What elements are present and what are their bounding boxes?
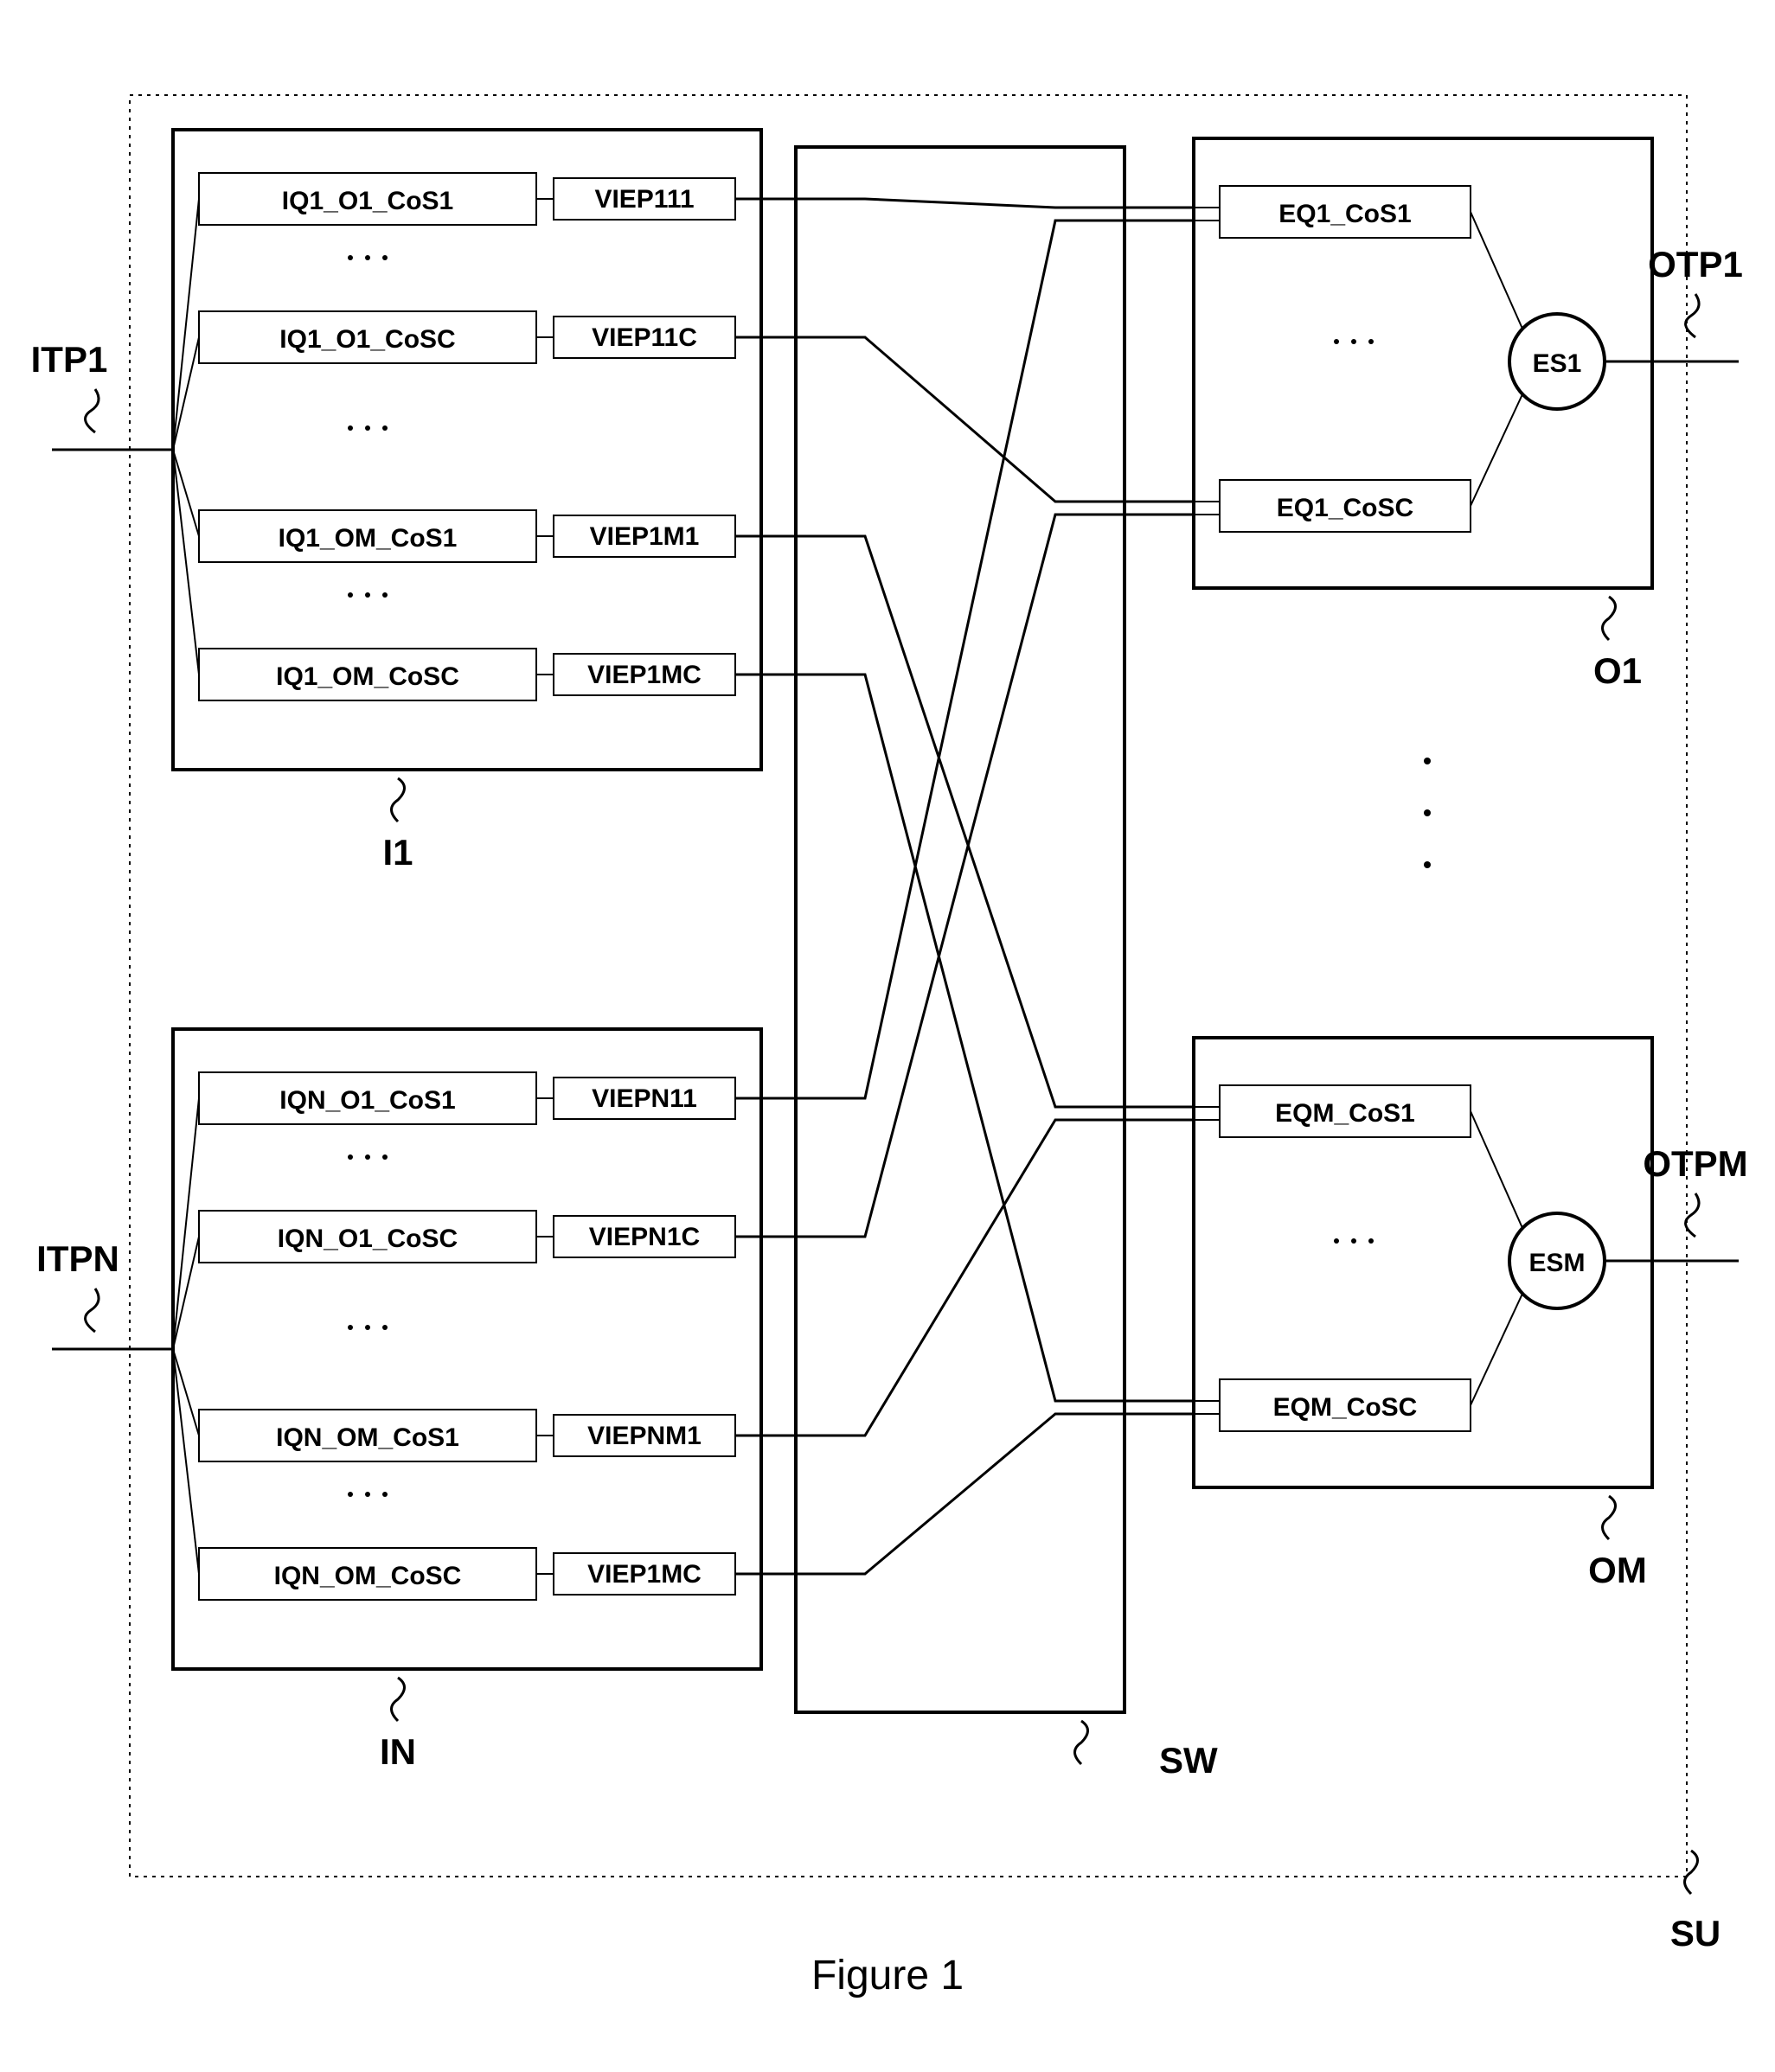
block-label: O1 — [1593, 650, 1642, 691]
output-block-om: EQM_CoS1 EQM_CoSC ESM — [1194, 1038, 1739, 1487]
viep-label: VIEP111 — [594, 185, 694, 214]
port-label: OTPM — [1643, 1143, 1747, 1184]
viep-label: VIEP11C — [592, 323, 697, 352]
leader-squiggle-icon — [1686, 294, 1699, 337]
iq-row-3: IQ1_OM_CoSC VIEP1MC — [199, 649, 735, 700]
scheduler-label: ES1 — [1533, 349, 1582, 378]
iq-row-0: IQ1_O1_CoS1 VIEP111 — [199, 173, 735, 225]
leader-squiggle-icon — [1075, 1721, 1088, 1764]
leader-squiggle-icon — [1603, 1496, 1616, 1539]
ellipsis-icon — [1424, 758, 1431, 868]
viep-label: VIEP1M1 — [590, 522, 700, 551]
block-label: I1 — [382, 832, 413, 873]
leader-squiggle-icon — [392, 1678, 405, 1721]
viep-label: VIEPNM1 — [587, 1422, 702, 1450]
iq-label: IQ1_OM_CoS1 — [279, 524, 458, 553]
diagram-root: IQ1_O1_CoS1 VIEP111 IQ1_O1_CoSC VIEP11C … — [0, 0, 1775, 2072]
leader-squiggle-icon — [86, 389, 99, 432]
port-label: ITPN — [36, 1238, 119, 1279]
input-block-i1: IQ1_O1_CoS1 VIEP111 IQ1_O1_CoSC VIEP11C … — [52, 130, 761, 770]
block-label: IN — [380, 1731, 416, 1772]
switch-block — [796, 147, 1125, 1712]
iq-row-2: IQN_OM_CoS1 VIEPNM1 — [199, 1410, 735, 1461]
port-label: ITP1 — [31, 339, 108, 380]
eq-label: EQM_CoSC — [1273, 1393, 1418, 1422]
port-label: OTP1 — [1648, 244, 1743, 285]
iq-row-0: IQN_O1_CoS1 VIEPN11 — [199, 1072, 735, 1124]
iq-row-3: IQN_OM_CoSC VIEP1MC — [199, 1548, 735, 1600]
leader-squiggle-icon — [86, 1289, 99, 1332]
block-label: OM — [1588, 1550, 1647, 1590]
viep-label: VIEP1MC — [587, 661, 702, 689]
iq-label: IQN_OM_CoS1 — [276, 1423, 459, 1452]
outer-label: SU — [1670, 1913, 1721, 1954]
scheduler-label: ESM — [1528, 1249, 1585, 1277]
iq-label: IQ1_O1_CoS1 — [282, 187, 453, 215]
eq-label: EQ1_CoS1 — [1278, 200, 1411, 228]
leader-squiggle-icon — [1685, 1851, 1698, 1894]
leader-squiggle-icon — [1686, 1193, 1699, 1237]
iq-label: IQ1_OM_CoSC — [276, 662, 459, 691]
viep-label: VIEP1MC — [587, 1560, 702, 1589]
iq-row-1: IQ1_O1_CoSC VIEP11C — [199, 311, 735, 363]
iq-label: IQN_O1_CoSC — [278, 1225, 458, 1253]
eq-label: EQ1_CoSC — [1277, 494, 1413, 522]
leader-squiggle-icon — [1603, 597, 1616, 640]
figure-caption: Figure 1 — [811, 1953, 964, 1998]
iq-label: IQN_O1_CoS1 — [279, 1086, 455, 1115]
eq-label: EQM_CoS1 — [1275, 1099, 1415, 1128]
switch-label: SW — [1159, 1740, 1218, 1781]
iq-row-2: IQ1_OM_CoS1 VIEP1M1 — [199, 510, 735, 562]
output-block-o1: EQ1_CoS1 EQ1_CoSC ES1 — [1194, 138, 1739, 588]
input-block-in: IQN_O1_CoS1 VIEPN11 IQN_O1_CoSC VIEPN1C … — [52, 1029, 761, 1669]
iq-row-1: IQN_O1_CoSC VIEPN1C — [199, 1211, 735, 1263]
iq-label: IQ1_O1_CoSC — [279, 325, 455, 354]
leader-squiggle-icon — [392, 778, 405, 822]
iq-label: IQN_OM_CoSC — [274, 1562, 462, 1590]
viep-label: VIEPN11 — [592, 1084, 697, 1113]
viep-label: VIEPN1C — [589, 1223, 700, 1251]
